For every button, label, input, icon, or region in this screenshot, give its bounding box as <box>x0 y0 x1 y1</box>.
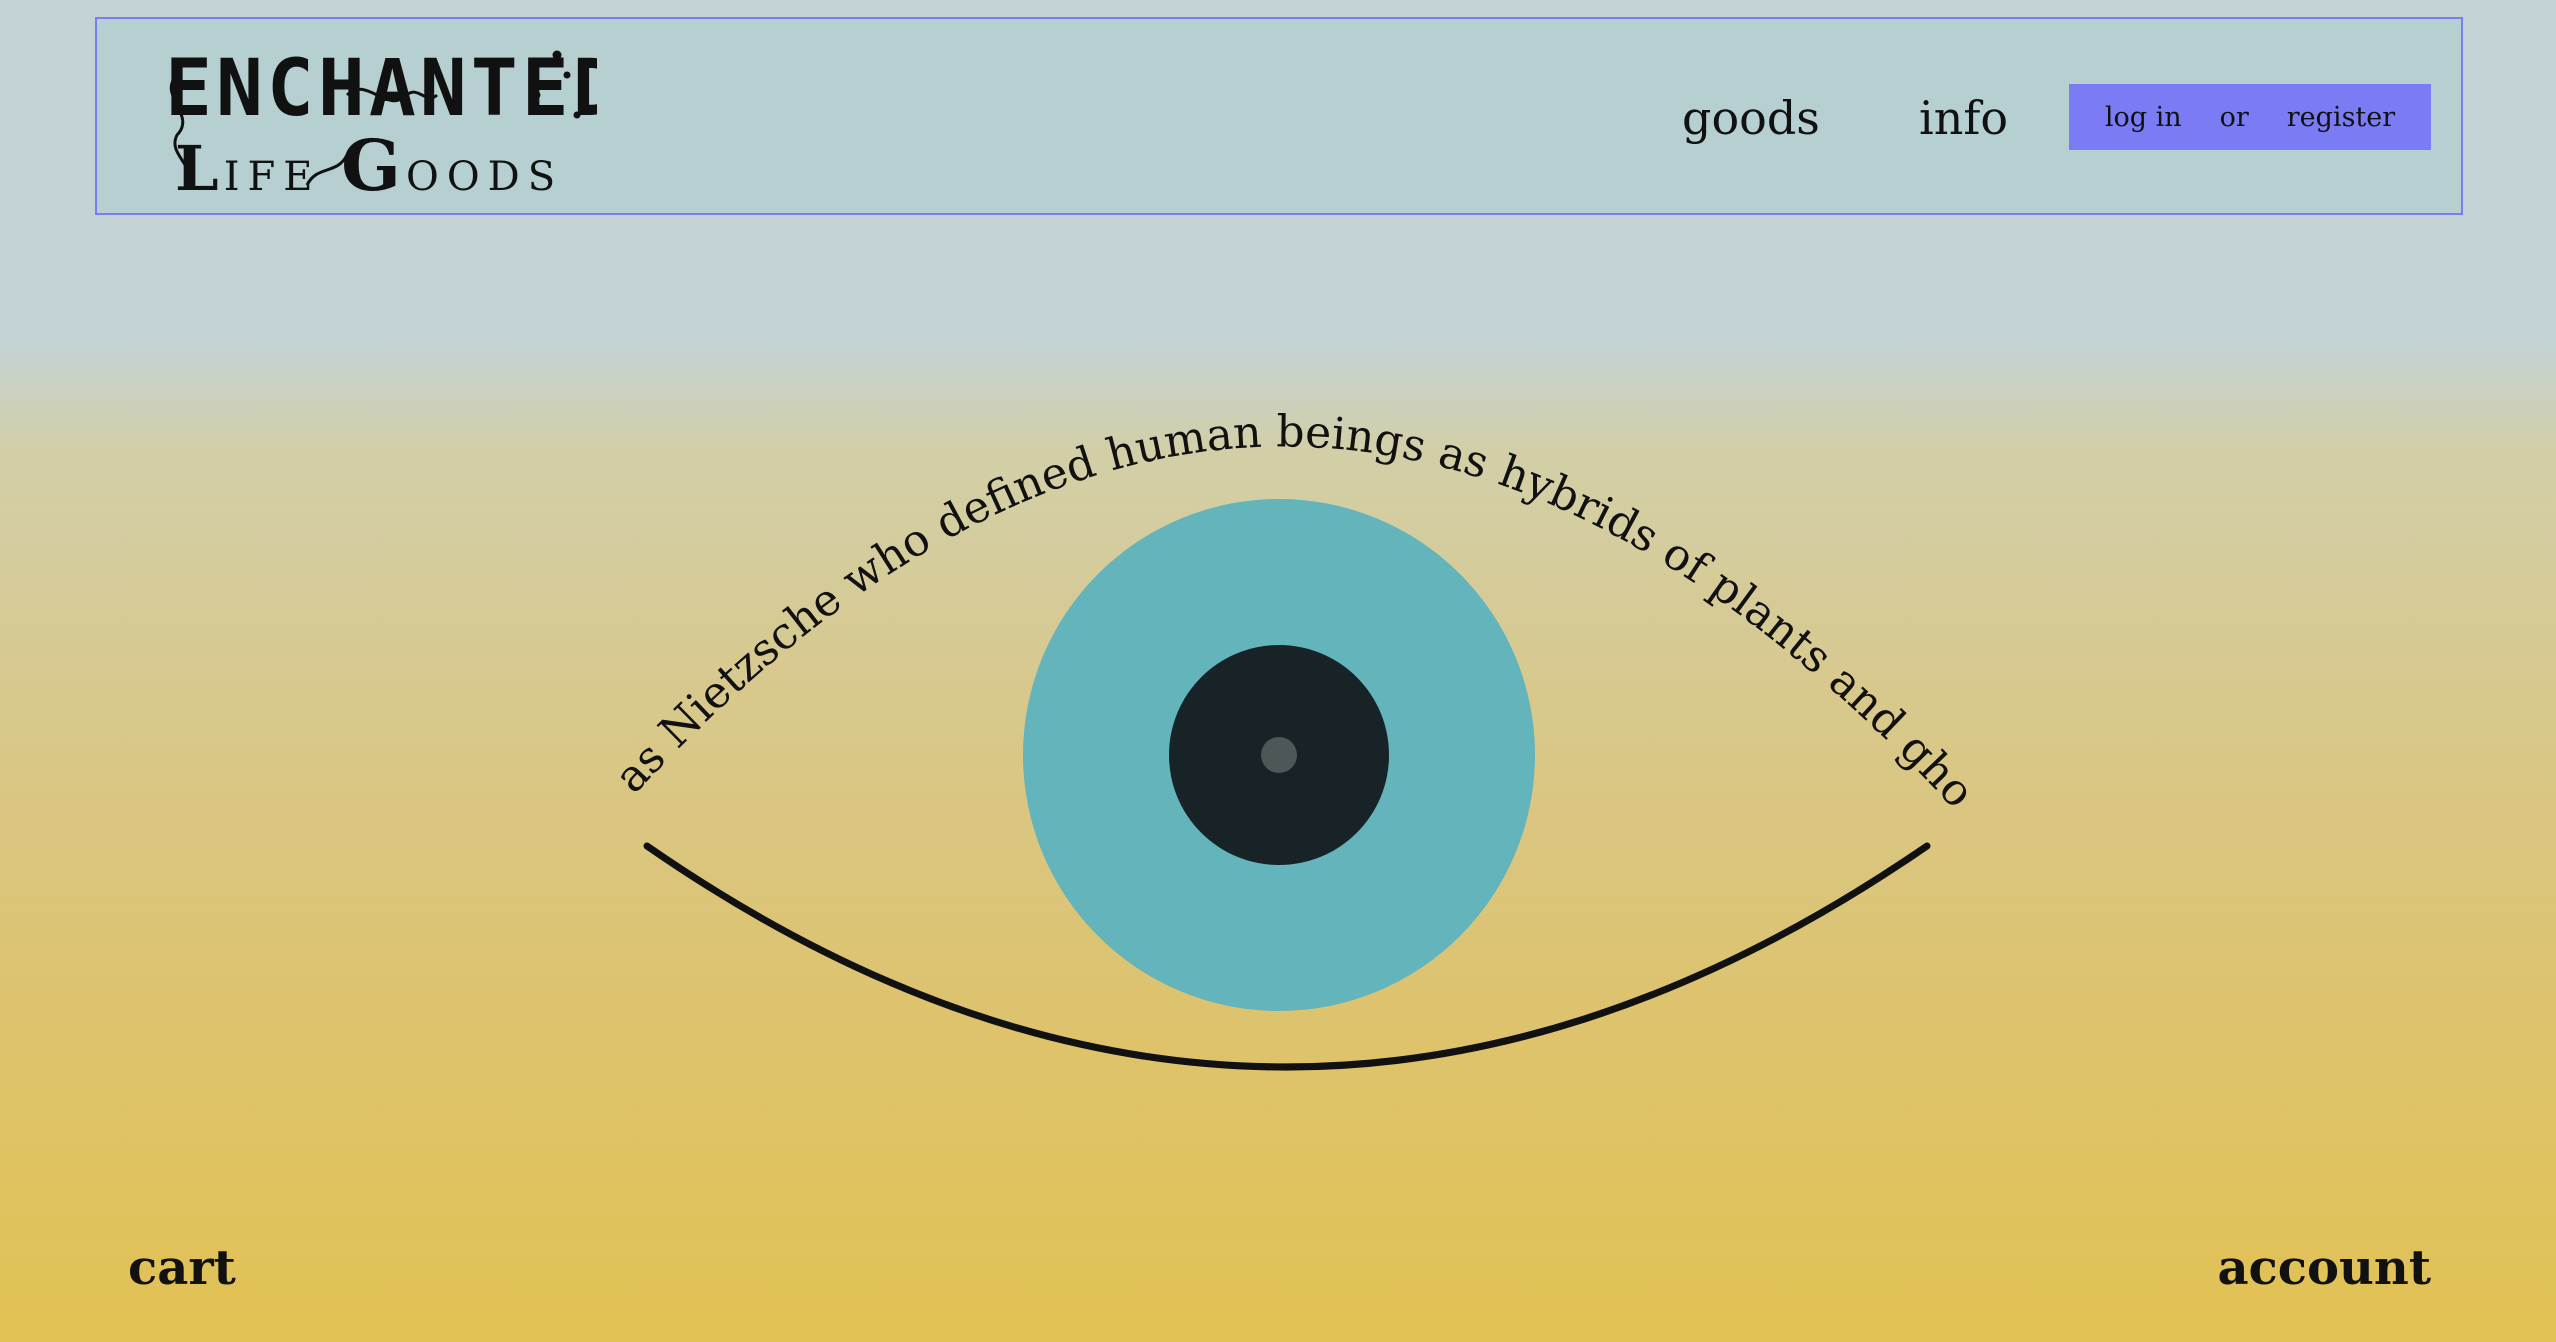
site-header: ENCHANTED L IFE G OODS goods info log in… <box>95 17 2463 215</box>
auth-box: log in or register <box>2069 84 2431 150</box>
eye-pupil <box>1169 645 1389 865</box>
eye-iris <box>1023 499 1535 1011</box>
account-link[interactable]: account <box>2217 1240 2431 1296</box>
logo-word-ife: IFE <box>224 154 341 200</box>
site-logo[interactable]: ENCHANTED L IFE G OODS <box>157 35 597 205</box>
eye-lower-lid <box>643 842 1931 1071</box>
cart-link[interactable]: cart <box>128 1240 236 1296</box>
logo-letter-l: L <box>175 132 219 205</box>
login-link[interactable]: log in <box>2105 102 2182 133</box>
logo-word-oods: OODS <box>406 154 563 200</box>
nav-goods-link[interactable]: goods <box>1682 91 1820 145</box>
logo-letter-g: G <box>341 124 401 205</box>
logo-line-2: L IFE G OODS <box>175 124 563 205</box>
logo-line-1: ENCHANTED <box>165 44 597 134</box>
or-label: or <box>2219 101 2249 133</box>
nav-info-link[interactable]: info <box>1919 91 2008 145</box>
eye-highlight <box>1261 737 1297 773</box>
register-link[interactable]: register <box>2287 102 2395 133</box>
